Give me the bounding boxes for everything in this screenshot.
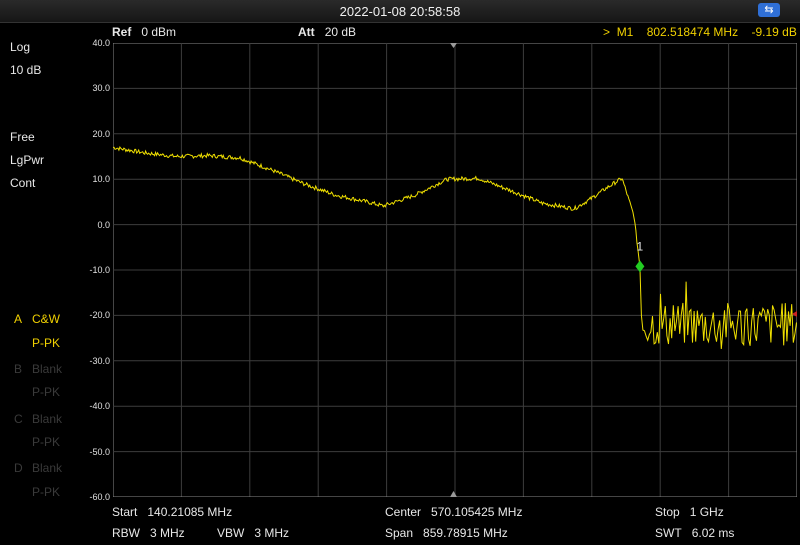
status-bar: 2022-01-08 20:58:58 ⇆ xyxy=(0,0,800,23)
scale-div[interactable]: 10 dB xyxy=(10,63,41,77)
y-tick-label: -50.0 xyxy=(89,446,110,457)
y-tick-label: 40.0 xyxy=(92,38,110,48)
spectrum-plot[interactable]: 1 xyxy=(113,43,797,497)
trace-b-id: B xyxy=(14,362,23,376)
att-label: Att xyxy=(298,25,315,39)
trace-c-detector[interactable]: P-PK xyxy=(32,435,60,449)
usb-icon: ⇆ xyxy=(758,3,780,17)
start-label: Start xyxy=(112,505,138,519)
avg-type[interactable]: LgPwr xyxy=(10,153,44,167)
att-value: 20 dB xyxy=(324,25,357,39)
marker-amp: -9.19 dB xyxy=(751,25,797,39)
trace-d-mode-label: Blank xyxy=(32,461,63,475)
y-tick-label: 30.0 xyxy=(92,83,110,94)
vbw-value: 3 MHz xyxy=(254,526,290,540)
y-tick-label: -10.0 xyxy=(89,265,110,275)
start-freq[interactable]: Start 140.21085 MHz xyxy=(112,505,232,519)
marker-freq: 802.518474 MHz xyxy=(646,25,739,39)
trace-b-mode-label: Blank xyxy=(32,362,63,376)
trace-b-detector[interactable]: P-PK xyxy=(32,385,60,399)
attenuation[interactable]: Att 20 dB xyxy=(298,25,356,39)
trigger-mode[interactable]: Free xyxy=(10,130,35,144)
datetime: 2022-01-08 20:58:58 xyxy=(339,4,461,19)
reference-arrow xyxy=(792,311,797,317)
trace-a-mode-label: C&W xyxy=(32,312,60,326)
vbw[interactable]: VBW 3 MHz xyxy=(217,526,289,540)
center-label: Center xyxy=(385,505,422,519)
rbw-value: 3 MHz xyxy=(150,526,185,540)
span-label: Span xyxy=(385,526,414,540)
marker-1-label: 1 xyxy=(637,239,644,253)
span-value: 859.78915 MHz xyxy=(423,526,508,540)
ref-value: 0 dBm xyxy=(141,25,177,39)
sweep-mode[interactable]: Cont xyxy=(10,176,35,190)
y-tick-label: -60.0 xyxy=(89,492,110,502)
y-tick-label: -40.0 xyxy=(89,401,110,412)
rbw-label: RBW xyxy=(112,526,140,540)
center-value: 570.105425 MHz xyxy=(431,505,523,519)
marker-prefix: > xyxy=(603,25,611,39)
center-marker-bottom xyxy=(450,491,457,497)
stop-freq[interactable]: Stop 1 GHz xyxy=(655,505,724,519)
ref-label: Ref xyxy=(112,25,132,39)
vbw-label: VBW xyxy=(217,526,245,540)
trace-c-mode-label: Blank xyxy=(32,412,63,426)
y-tick-label: 0.0 xyxy=(97,219,110,230)
start-value: 140.21085 MHz xyxy=(147,505,233,519)
marker-1-diamond xyxy=(635,260,645,273)
plot-grid xyxy=(113,43,797,497)
scale-type[interactable]: Log xyxy=(10,40,30,54)
center-marker-top xyxy=(450,43,457,48)
trace-d-detector[interactable]: P-PK xyxy=(32,485,60,499)
trace-a-detector[interactable]: P-PK xyxy=(32,336,60,350)
trace-b-mode[interactable]: B Blank xyxy=(14,362,62,376)
trace-d-id: D xyxy=(14,461,23,475)
y-tick-label: 10.0 xyxy=(92,174,110,185)
y-tick-label: -20.0 xyxy=(89,310,110,321)
span[interactable]: Span 859.78915 MHz xyxy=(385,526,508,540)
swt-label: SWT xyxy=(655,526,682,540)
ref-level[interactable]: Ref 0 dBm xyxy=(112,25,176,39)
trace-c-id: C xyxy=(14,412,23,426)
trace-a-id: A xyxy=(14,312,23,326)
stop-label: Stop xyxy=(655,505,680,519)
swt-value: 6.02 ms xyxy=(691,526,735,540)
trace-d-mode[interactable]: D Blank xyxy=(14,461,62,475)
sweep-time[interactable]: SWT 6.02 ms xyxy=(655,526,734,540)
trace-a-mode[interactable]: A C&W xyxy=(14,312,60,326)
rbw[interactable]: RBW 3 MHz xyxy=(112,526,185,540)
y-tick-label: 20.0 xyxy=(92,128,110,139)
trace-c-mode[interactable]: C Blank xyxy=(14,412,62,426)
center-freq[interactable]: Center 570.105425 MHz xyxy=(385,505,522,519)
stop-value: 1 GHz xyxy=(689,505,724,519)
marker-name: M1 xyxy=(616,25,634,39)
y-tick-label: -30.0 xyxy=(89,355,110,366)
marker-readout[interactable]: > M1 802.518474 MHz -9.19 dB xyxy=(603,25,797,39)
